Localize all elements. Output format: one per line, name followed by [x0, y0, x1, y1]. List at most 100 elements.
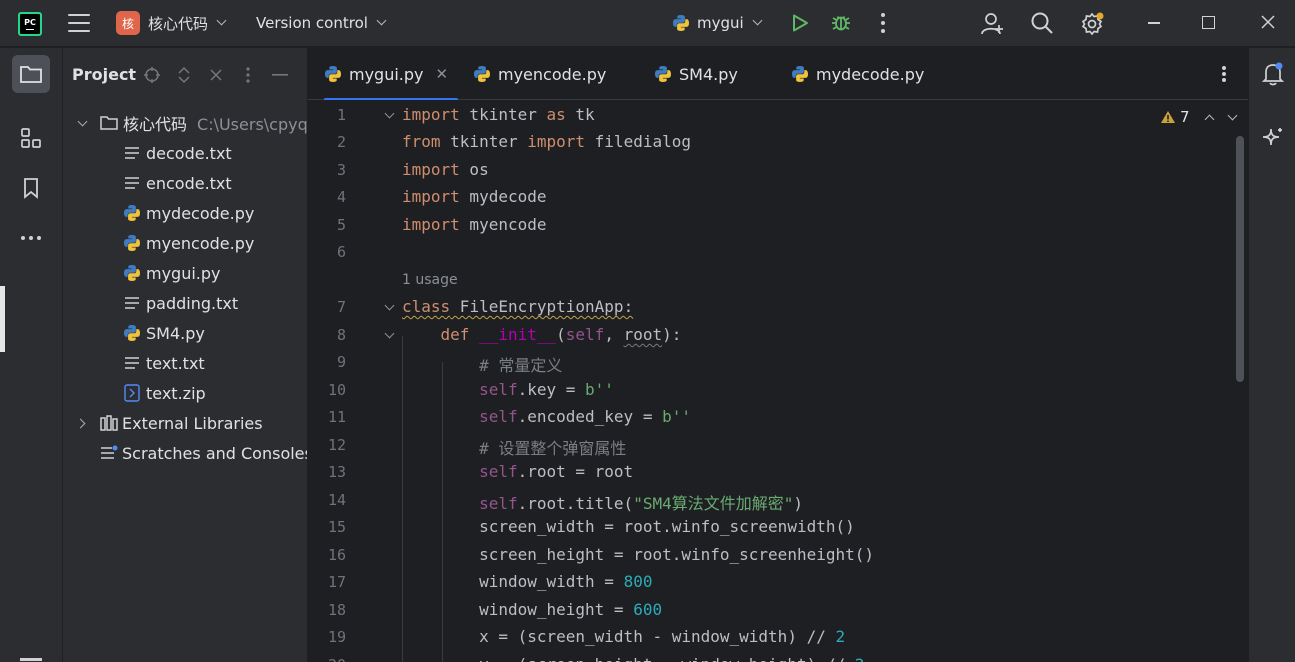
- code-line: # 设置整个弹窗属性: [402, 435, 626, 459]
- python-file-icon: [123, 324, 141, 342]
- more-horizontal-icon: [21, 236, 41, 240]
- code-line: import os: [402, 160, 489, 179]
- tree-item-file[interactable]: text.zip: [63, 378, 307, 408]
- text-file-icon: [123, 144, 141, 162]
- run-configuration-selector[interactable]: mygui: [672, 10, 763, 36]
- tree-item-file[interactable]: SM4.py: [63, 318, 307, 348]
- run-icon: [793, 14, 808, 32]
- tab-options-icon[interactable]: [1222, 66, 1226, 82]
- tree-item-label: Scratches and Consoles: [122, 443, 308, 463]
- bottom-tool-icon[interactable]: [20, 658, 42, 661]
- project-panel-title[interactable]: Project: [72, 65, 136, 84]
- tree-item-file[interactable]: mydecode.py: [63, 198, 307, 228]
- more-tool-windows-button[interactable]: [12, 219, 50, 257]
- text-file-icon: [123, 174, 141, 192]
- expand-all-icon[interactable]: [175, 66, 193, 84]
- close-tab-icon[interactable]: ✕: [436, 65, 449, 83]
- line-number: 19: [327, 628, 346, 646]
- project-tool-button[interactable]: [12, 55, 50, 93]
- tree-item-file[interactable]: text.txt: [63, 348, 307, 378]
- code-keyword: class: [402, 297, 451, 316]
- right-tool-window-bar: [1248, 48, 1295, 662]
- line-number: 13: [327, 463, 346, 481]
- run-button[interactable]: [790, 13, 810, 33]
- tree-item-file[interactable]: mygui.py: [63, 258, 307, 288]
- more-actions-icon[interactable]: [879, 13, 887, 33]
- editor-scrollbar[interactable]: [1236, 136, 1244, 382]
- main-menu-icon[interactable]: [68, 14, 90, 32]
- code-line: import tkinter as tk: [402, 105, 595, 124]
- code-editor[interactable]: 1 2 3 4 5 6 7 8 9 10 11 12 13 14 15 16 1…: [308, 100, 1248, 662]
- settings-button[interactable]: [1080, 11, 1106, 37]
- structure-tool-button[interactable]: [12, 119, 50, 157]
- locate-file-icon[interactable]: [143, 66, 161, 84]
- scratches-icon: [100, 444, 118, 462]
- tree-item-external-libraries[interactable]: External Libraries: [63, 408, 307, 438]
- line-number: 7: [336, 298, 346, 316]
- code-number: 2: [835, 627, 846, 646]
- collapse-all-icon[interactable]: [207, 66, 225, 84]
- line-number: 15: [327, 518, 346, 536]
- chevron-right-icon[interactable]: [75, 418, 86, 428]
- code-with-me-button[interactable]: [980, 11, 1006, 37]
- next-highlight-icon[interactable]: [1227, 110, 1237, 120]
- resize-handle[interactable]: [0, 286, 5, 352]
- folder-icon: [20, 66, 42, 83]
- code-keyword: as: [546, 105, 566, 124]
- debug-button[interactable]: [830, 11, 852, 33]
- ai-assistant-button[interactable]: [1261, 126, 1285, 150]
- project-widget[interactable]: 核 核心代码: [116, 10, 227, 36]
- hide-panel-icon[interactable]: [271, 66, 289, 84]
- options-icon[interactable]: [239, 66, 257, 84]
- python-file-icon: [792, 66, 808, 82]
- fold-marker-icon[interactable]: [384, 108, 395, 119]
- line-number: 17: [327, 573, 346, 591]
- close-window-button[interactable]: [1260, 14, 1276, 30]
- line-number: 14: [327, 491, 346, 509]
- chevron-down-icon: [752, 15, 763, 26]
- tree-item-label: decode.txt: [146, 143, 232, 163]
- code-line: import myencode: [402, 215, 547, 234]
- line-number: 8: [336, 326, 346, 344]
- tree-item-label: myencode.py: [146, 233, 255, 253]
- tree-item-label: encode.txt: [146, 173, 232, 193]
- fold-marker-icon[interactable]: [384, 328, 395, 339]
- tree-item-root-folder[interactable]: 核心代码 C:\Users\cpyq: [63, 108, 307, 138]
- tree-item-scratches[interactable]: Scratches and Consoles: [63, 438, 308, 468]
- maximize-button[interactable]: [1202, 16, 1215, 29]
- code-number: 800: [623, 572, 653, 591]
- code-line: self.root.title("SM4算法文件加解密"): [479, 494, 803, 513]
- version-control-widget[interactable]: Version control: [256, 10, 387, 36]
- code-line: screen_height = root.winfo_screenheight(…: [402, 545, 875, 564]
- bell-icon: [1262, 62, 1284, 86]
- line-number: 3: [336, 161, 346, 179]
- notifications-button[interactable]: [1261, 62, 1285, 86]
- previous-highlight-icon[interactable]: [1204, 114, 1214, 124]
- tab-myencode[interactable]: myencode.py: [473, 48, 606, 100]
- chevron-down-icon[interactable]: [77, 116, 88, 126]
- search-everywhere-button[interactable]: [1030, 11, 1054, 35]
- line-number: 5: [336, 216, 346, 234]
- tab-label: mydecode.py: [816, 64, 925, 84]
- usages-hint[interactable]: 1 usage: [402, 272, 458, 288]
- tab-sm4[interactable]: SM4.py: [654, 48, 738, 100]
- tree-item-label: text.txt: [146, 353, 205, 373]
- tree-item-file[interactable]: decode.txt: [63, 138, 307, 168]
- code-number: 2: [855, 655, 865, 662]
- python-file-icon: [325, 66, 341, 82]
- tab-label: myencode.py: [498, 64, 607, 84]
- library-icon: [100, 414, 118, 432]
- tab-mygui[interactable]: mygui.py ✕: [324, 48, 458, 101]
- inspection-widget[interactable]: 7: [1160, 108, 1237, 126]
- pycharm-logo-icon[interactable]: PC: [18, 12, 42, 36]
- tab-mydecode[interactable]: mydecode.py: [791, 48, 924, 100]
- code-number: 600: [633, 600, 663, 619]
- project-badge: 核: [116, 11, 140, 35]
- bookmarks-tool-button[interactable]: [12, 169, 50, 207]
- tree-item-file[interactable]: encode.txt: [63, 168, 307, 198]
- minimize-button[interactable]: [1148, 22, 1160, 24]
- text-file-icon: [123, 354, 141, 372]
- tree-item-file[interactable]: myencode.py: [63, 228, 307, 258]
- tree-item-file[interactable]: padding.txt: [63, 288, 307, 318]
- fold-marker-icon[interactable]: [384, 300, 395, 311]
